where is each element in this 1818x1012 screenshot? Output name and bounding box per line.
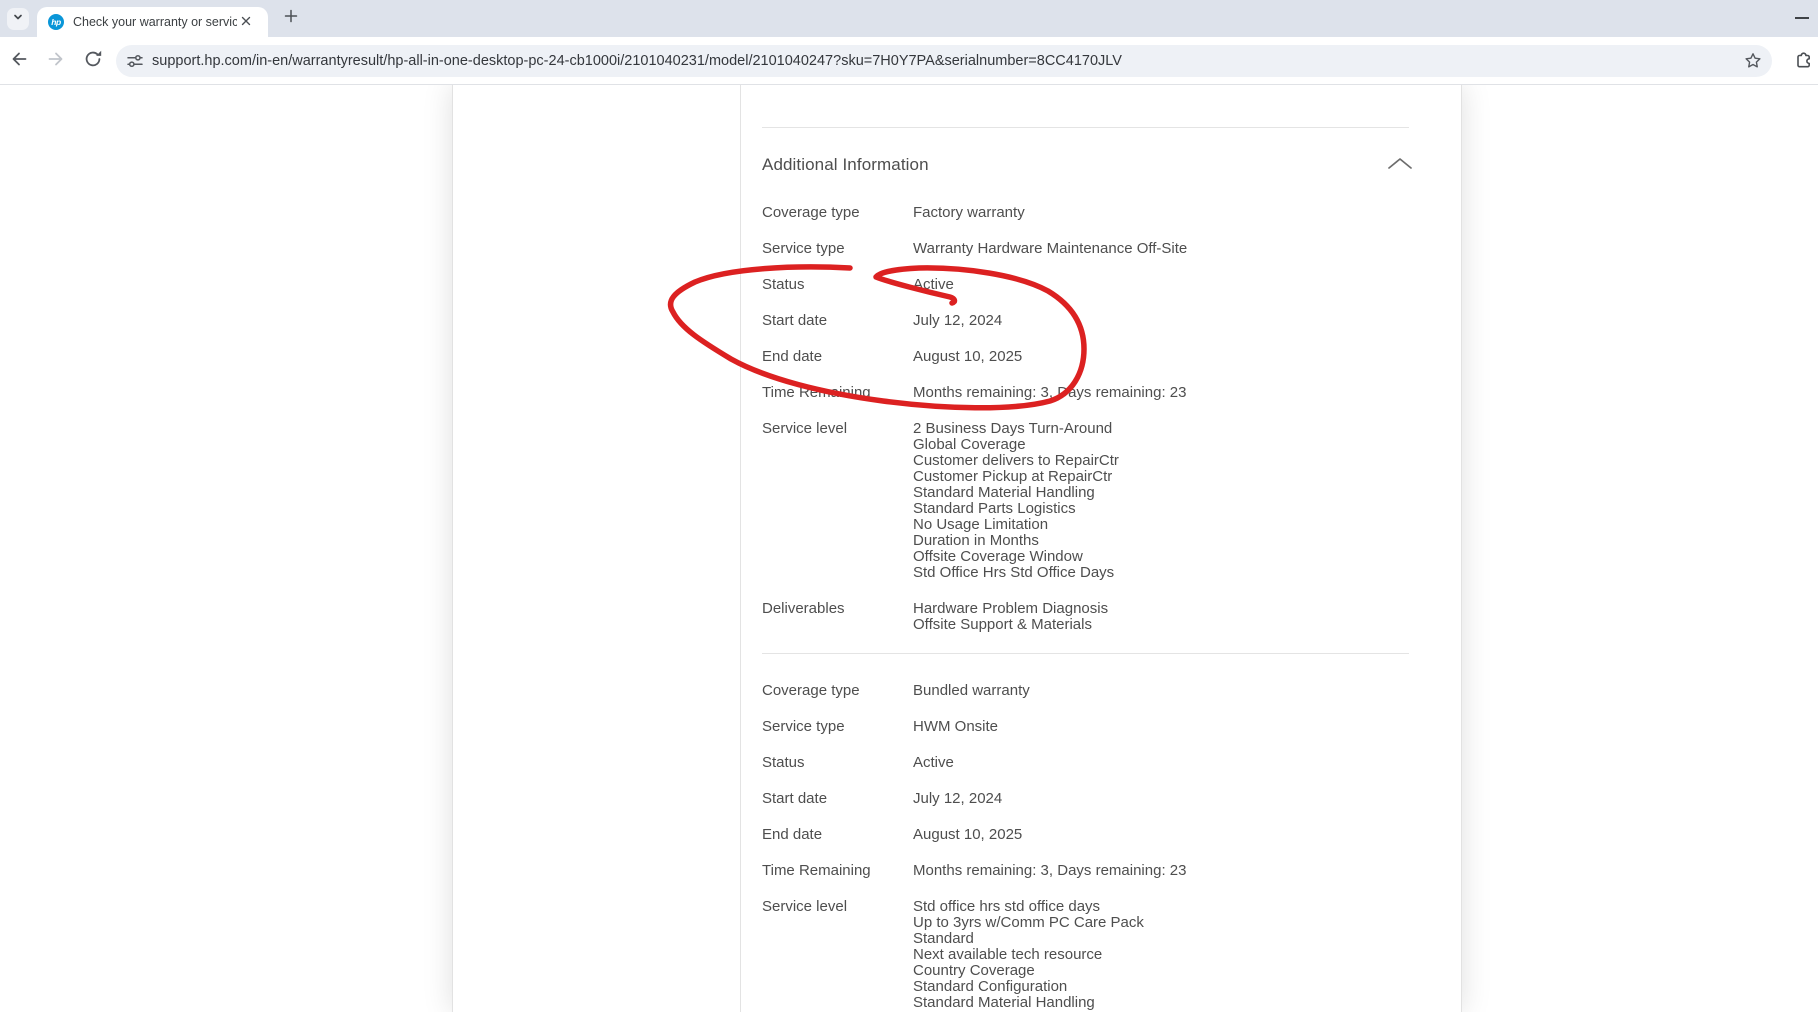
tab-strip: hp Check your warranty or service [0,0,1818,37]
section-top-rule [762,127,1409,128]
info-row: Service type Warranty Hardware Maintenan… [762,241,1409,257]
row-value: Bundled warranty [913,683,1030,699]
site-info-tune-icon[interactable] [125,51,145,71]
row-value: HWM Onsite [913,719,998,735]
section-title: Additional Information [762,154,1409,175]
row-value: August 10, 2025 [913,827,1022,843]
row-value: Active [913,755,954,771]
tab-close-button[interactable] [237,14,254,31]
info-row: Start date July 12, 2024 [762,313,1409,329]
plus-icon [284,9,298,28]
arrow-forward-icon [46,49,66,74]
row-label: Start date [762,313,913,329]
row-label: Deliverables [762,601,913,633]
card-column-divider [740,85,741,1012]
row-value: Active [913,277,954,293]
row-value: July 12, 2024 [913,791,1002,807]
info-row: Service type HWM Onsite [762,719,1409,735]
extensions-puzzle-icon [1793,48,1815,75]
row-label: End date [762,827,913,843]
row-label: Status [762,755,913,771]
info-row: Time Remaining Months remaining: 3, Days… [762,385,1409,401]
url-address-bar[interactable]: support.hp.com/in-en/warrantyresult/hp-a… [116,45,1772,77]
close-icon [241,13,251,31]
browser-window: hp Check your warranty or service [0,0,1818,1012]
row-value: August 10, 2025 [913,349,1022,365]
row-label: Coverage type [762,683,913,699]
info-row: End date August 10, 2025 [762,827,1409,843]
back-button[interactable] [4,46,34,76]
row-label: Service type [762,719,913,735]
window-minimize-button[interactable] [1795,17,1809,19]
info-row: Coverage type Bundled warranty [762,683,1409,699]
row-label: Time Remaining [762,863,913,879]
warranty-block-1: Coverage type Factory warranty Service t… [762,205,1409,633]
info-row: Time Remaining Months remaining: 3, Days… [762,863,1409,879]
info-row: Deliverables Hardware Problem Diagnosis … [762,601,1409,633]
url-text[interactable]: support.hp.com/in-en/warrantyresult/hp-a… [152,53,1743,69]
row-value: Hardware Problem Diagnosis Offsite Suppo… [913,601,1108,633]
row-label: Start date [762,791,913,807]
row-value: 2 Business Days Turn-Around Global Cover… [913,421,1119,581]
row-label: Coverage type [762,205,913,221]
row-value: July 12, 2024 [913,313,1002,329]
hp-favicon-icon: hp [48,14,64,30]
row-label: Service type [762,241,913,257]
row-label: End date [762,349,913,365]
row-label: Service level [762,421,913,581]
browser-toolbar: support.hp.com/in-en/warrantyresult/hp-a… [0,37,1818,85]
new-tab-button[interactable] [280,8,301,29]
info-row: Service level Std office hrs std office … [762,899,1409,1011]
extensions-button[interactable] [1792,48,1816,74]
row-value: Months remaining: 3, Days remaining: 23 [913,863,1186,879]
reload-button[interactable] [78,46,108,76]
bookmark-star-icon[interactable] [1743,51,1763,71]
row-label: Time Remaining [762,385,913,401]
arrow-back-icon [9,49,29,74]
section-header: Additional Information [762,154,1409,175]
info-row: Coverage type Factory warranty [762,205,1409,221]
info-row: Start date July 12, 2024 [762,791,1409,807]
collapse-section-button[interactable] [1387,156,1413,172]
block-divider-rule [762,653,1409,654]
reload-icon [83,49,103,74]
warranty-result-card: Additional Information Coverage type Fac… [452,85,1462,1012]
row-label: Status [762,277,913,293]
page-content: Additional Information Coverage type Fac… [0,85,1818,1012]
row-value: Months remaining: 3, Days remaining: 23 [913,385,1186,401]
additional-information-section: Additional Information Coverage type Fac… [762,85,1409,1011]
tab-search-button[interactable] [7,8,29,30]
info-row: Service level 2 Business Days Turn-Aroun… [762,421,1409,581]
info-row: Status Active [762,277,1409,293]
row-label: Service level [762,899,913,1011]
row-value: Factory warranty [913,205,1025,221]
warranty-block-2: Coverage type Bundled warranty Service t… [762,683,1409,1011]
row-value: Std office hrs std office days Up to 3yr… [913,899,1144,1011]
row-value: Warranty Hardware Maintenance Off-Site [913,241,1187,257]
forward-button[interactable] [41,46,71,76]
tab-title: Check your warranty or service [73,15,237,29]
browser-tab-active[interactable]: hp Check your warranty or service [37,7,268,37]
info-row: Status Active [762,755,1409,771]
chevron-down-icon [11,10,25,29]
info-row: End date August 10, 2025 [762,349,1409,365]
chevron-up-icon [1387,158,1413,175]
